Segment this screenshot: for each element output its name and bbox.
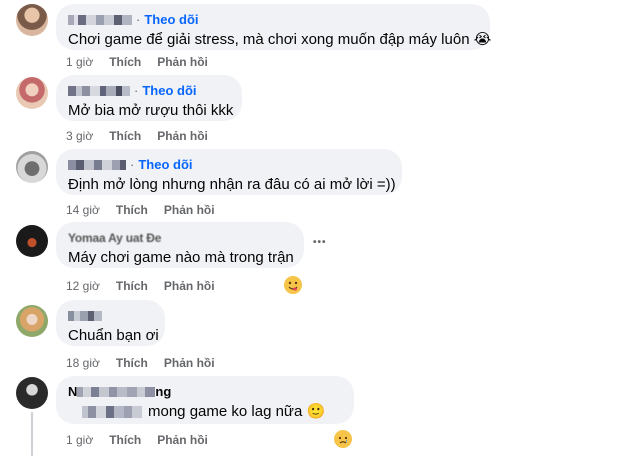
comment-bubble: Chuẩn bạn ơi xyxy=(56,300,165,346)
comment-bubble: N ng mong game ko lag nữa 🙂 xyxy=(56,376,354,424)
reply-button[interactable]: Phản hồi xyxy=(157,432,208,448)
like-button[interactable]: Thích xyxy=(109,432,141,448)
avatar[interactable] xyxy=(16,377,48,409)
thread-line xyxy=(31,412,33,456)
comment-text: Mở bia mở rượu thôi kkk xyxy=(68,102,234,119)
avatar[interactable] xyxy=(16,225,48,257)
follow-link[interactable]: Theo dõi xyxy=(144,12,198,28)
author-name-obscured[interactable] xyxy=(68,159,126,171)
reply-button[interactable]: Phản hồi xyxy=(164,355,215,371)
author-name[interactable]: Yomaa Ay uat Đe xyxy=(68,230,161,246)
author-name-initial[interactable]: N xyxy=(68,384,77,400)
like-button[interactable]: Thích xyxy=(116,355,148,371)
author-name-obscured[interactable] xyxy=(68,85,130,97)
timestamp[interactable]: 14 giờ xyxy=(66,202,100,218)
comment-text: Định mở lòng nhưng nhận ra đâu có ai mở … xyxy=(68,176,396,193)
reply-button[interactable]: Phản hồi xyxy=(164,278,215,294)
comment-bubble: · Theo dõi Chơi game để giải stress, mà … xyxy=(56,4,492,50)
avatar[interactable] xyxy=(16,151,48,183)
timestamp[interactable]: 1 giờ xyxy=(66,54,93,70)
timestamp[interactable]: 18 giờ xyxy=(66,355,100,371)
reply-button[interactable]: Phản hồi xyxy=(164,202,215,218)
timestamp[interactable]: 12 giờ xyxy=(66,278,100,294)
comment-text: Chơi game để giải stress, mà chơi xong m… xyxy=(68,31,492,48)
avatar[interactable] xyxy=(16,4,48,36)
reply-button[interactable]: Phản hồi xyxy=(157,128,208,144)
comment-text: mong game ko lag nữa 🙂 xyxy=(148,403,326,420)
author-name-obscured[interactable] xyxy=(68,310,102,322)
comment-actions: 14 giờ Thích Phản hồi xyxy=(66,202,215,218)
comment-bubble: · Theo dõi Định mở lòng nhưng nhận ra đâ… xyxy=(56,149,402,195)
comment-text: Máy chơi game nào mà trong trận xyxy=(68,249,294,266)
comment-bubble: · Theo dõi Mở bia mở rượu thôi kkk xyxy=(56,75,242,121)
text-obscured xyxy=(82,406,142,418)
avatar[interactable] xyxy=(16,305,48,337)
author-name-tail[interactable]: ng xyxy=(155,384,171,400)
author-name-obscured[interactable] xyxy=(68,14,132,26)
comment-actions: 1 giờ Thích Phản hồi xyxy=(66,432,208,448)
timestamp[interactable]: 3 giờ xyxy=(66,128,93,144)
like-button[interactable]: Thích xyxy=(109,128,141,144)
like-button[interactable]: Thích xyxy=(116,202,148,218)
reply-button[interactable]: Phản hồi xyxy=(157,54,208,70)
more-options-icon[interactable]: ••• xyxy=(313,237,327,248)
author-name-obscured[interactable] xyxy=(77,386,156,398)
like-button[interactable]: Thích xyxy=(109,54,141,70)
comment-actions: 12 giờ Thích Phản hồi xyxy=(66,278,215,294)
comment-text: Chuẩn bạn ơi xyxy=(68,327,159,344)
sad-face-reaction-icon[interactable] xyxy=(334,430,352,448)
comment-bubble: Yomaa Ay uat Đe Máy chơi game nào mà tro… xyxy=(56,222,304,268)
comment-actions: 1 giờ Thích Phản hồi xyxy=(66,54,208,70)
comment-actions: 18 giờ Thích Phản hồi xyxy=(66,355,215,371)
face-savoring-reaction-icon[interactable] xyxy=(284,276,302,294)
follow-link[interactable]: Theo dõi xyxy=(138,157,192,173)
timestamp[interactable]: 1 giờ xyxy=(66,432,93,448)
like-button[interactable]: Thích xyxy=(116,278,148,294)
follow-link[interactable]: Theo dõi xyxy=(142,83,196,99)
comment-actions: 3 giờ Thích Phản hồi xyxy=(66,128,208,144)
avatar[interactable] xyxy=(16,77,48,109)
